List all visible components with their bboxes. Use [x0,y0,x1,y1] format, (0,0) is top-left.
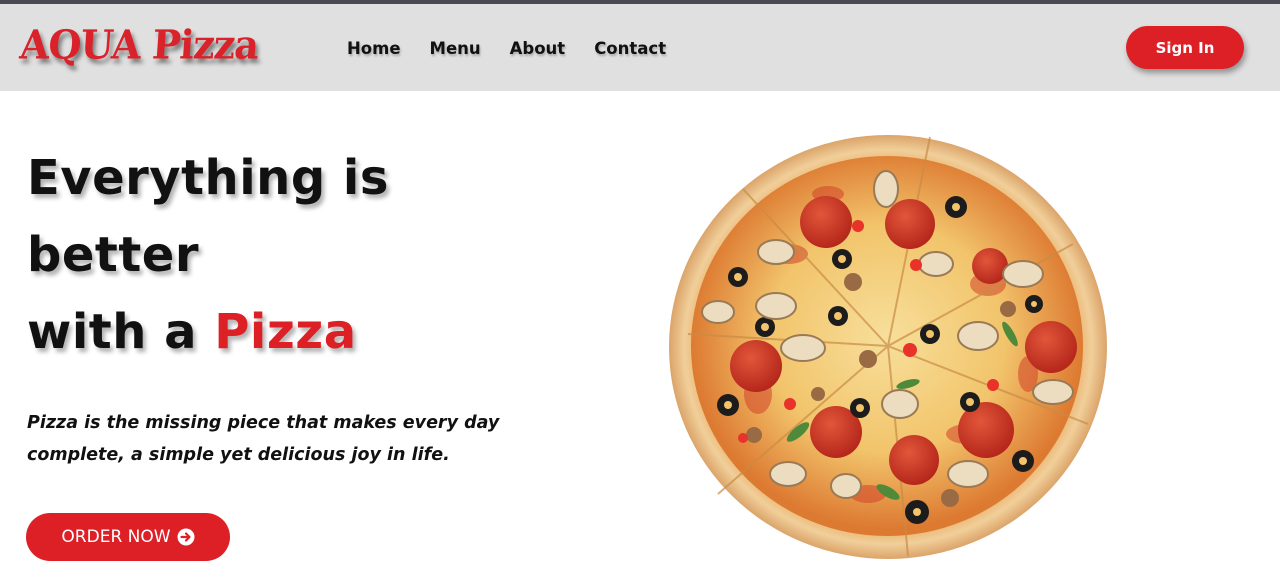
sign-in-button[interactable]: Sign In [1126,26,1244,69]
hero-tagline: Pizza is the missing piece that makes ev… [27,413,500,465]
order-now-label: ORDER NOW [61,527,171,547]
headline-line-1: Everything is [27,150,389,206]
headline-accent: Pizza [214,304,357,360]
pizza-image [668,134,1108,560]
nav-links: Home Menu About Contact [347,39,666,59]
navbar: AQUA Pizza Home Menu About Contact Sign … [0,4,1280,91]
headline-line-3-prefix: with a [27,304,215,360]
logo[interactable]: AQUA Pizza [18,21,259,68]
arrow-circle-right-icon [177,528,195,546]
nav-item-home[interactable]: Home [347,39,401,59]
order-now-button[interactable]: ORDER NOW [26,513,230,561]
headline-line-2: better [27,227,200,283]
nav-item-about[interactable]: About [510,39,566,59]
nav-item-contact[interactable]: Contact [594,39,666,59]
hero-headline: Everything is better with a Pizza [27,140,389,371]
headline-line-3: with a Pizza [27,294,389,371]
nav-item-menu[interactable]: Menu [430,39,481,59]
